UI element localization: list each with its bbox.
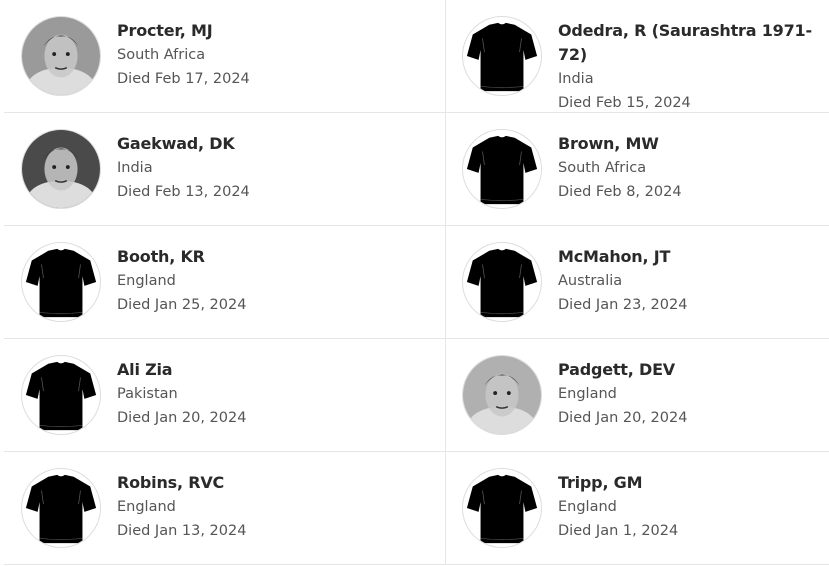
- death-date: Died Feb 13, 2024: [117, 184, 250, 200]
- player-name[interactable]: Procter, MJ: [117, 19, 250, 43]
- player-country: England: [117, 499, 176, 515]
- player-card[interactable]: Ali Zia Pakistan Died Jan 20, 2024: [4, 339, 446, 452]
- player-info: Booth, KR England Died Jan 25, 2024: [117, 245, 246, 317]
- jersey-icon[interactable]: [462, 468, 542, 548]
- player-photo[interactable]: [21, 129, 101, 209]
- player-info: Odedra, R (Saurashtra 1971-72) India Died …: [558, 19, 829, 115]
- death-date: Died Jan 20, 2024: [117, 410, 247, 426]
- death-date: Died Jan 25, 2024: [117, 297, 247, 313]
- death-date: Died Jan 20, 2024: [558, 410, 688, 426]
- player-card[interactable]: McMahon, JT Australia Died Jan 23, 2024: [446, 226, 829, 339]
- player-photo[interactable]: [462, 355, 542, 435]
- player-card[interactable]: Procter, MJ South Africa Died Feb 17, 2024: [4, 0, 446, 113]
- jersey-icon[interactable]: [21, 242, 101, 322]
- death-date: Died Jan 13, 2024: [117, 523, 247, 539]
- player-card[interactable]: Booth, KR England Died Jan 25, 2024: [4, 226, 446, 339]
- player-card[interactable]: Tripp, GM England Died Jan 1, 2024: [446, 452, 829, 565]
- player-card[interactable]: Padgett, DEV England Died Jan 20, 2024: [446, 339, 829, 452]
- player-country: England: [558, 499, 617, 515]
- death-date: Died Jan 23, 2024: [558, 297, 688, 313]
- player-card[interactable]: Brown, MW South Africa Died Feb 8, 2024: [446, 113, 829, 226]
- player-photo[interactable]: [21, 16, 101, 96]
- death-date: Died Feb 8, 2024: [558, 184, 682, 200]
- player-name[interactable]: Tripp, GM: [558, 471, 678, 495]
- player-info: Ali Zia Pakistan Died Jan 20, 2024: [117, 358, 246, 430]
- death-date: Died Jan 1, 2024: [558, 523, 679, 539]
- player-country: England: [117, 273, 176, 289]
- player-name[interactable]: Padgett, DEV: [558, 358, 687, 382]
- player-name[interactable]: Odedra, R (Saurashtra 1971-72): [558, 19, 829, 67]
- jersey-icon[interactable]: [462, 129, 542, 209]
- player-info: Brown, MW South Africa Died Feb 8, 2024: [558, 132, 682, 204]
- player-card[interactable]: Robins, RVC England Died Jan 13, 2024: [4, 452, 446, 565]
- jersey-icon[interactable]: [462, 16, 542, 96]
- player-country: India: [117, 160, 153, 176]
- jersey-icon[interactable]: [21, 355, 101, 435]
- player-country: England: [558, 386, 617, 402]
- player-name[interactable]: Booth, KR: [117, 245, 246, 269]
- player-name[interactable]: McMahon, JT: [558, 245, 687, 269]
- player-info: Robins, RVC England Died Jan 13, 2024: [117, 471, 246, 543]
- player-country: Australia: [558, 273, 623, 289]
- jersey-icon[interactable]: [462, 242, 542, 322]
- player-country: Pakistan: [117, 386, 178, 402]
- player-info: Gaekwad, DK India Died Feb 13, 2024: [117, 132, 250, 204]
- jersey-icon[interactable]: [21, 468, 101, 548]
- player-card[interactable]: Odedra, R (Saurashtra 1971-72) India Died …: [446, 0, 829, 113]
- player-name[interactable]: Gaekwad, DK: [117, 132, 250, 156]
- player-name[interactable]: Brown, MW: [558, 132, 682, 156]
- player-card[interactable]: Gaekwad, DK India Died Feb 13, 2024: [4, 113, 446, 226]
- player-name[interactable]: Robins, RVC: [117, 471, 246, 495]
- player-info: Procter, MJ South Africa Died Feb 17, 2024: [117, 19, 250, 91]
- player-country: South Africa: [558, 160, 647, 176]
- player-country: South Africa: [117, 47, 206, 63]
- player-info: Padgett, DEV England Died Jan 20, 2024: [558, 358, 687, 430]
- death-date: Died Feb 17, 2024: [117, 71, 250, 87]
- player-country: India: [558, 71, 594, 87]
- player-info: Tripp, GM England Died Jan 1, 2024: [558, 471, 678, 543]
- obituary-grid: Procter, MJ South Africa Died Feb 17, 2024…: [4, 0, 829, 565]
- player-info: McMahon, JT Australia Died Jan 23, 2024: [558, 245, 687, 317]
- player-name[interactable]: Ali Zia: [117, 358, 246, 382]
- death-date: Died Feb 15, 2024: [558, 95, 691, 111]
